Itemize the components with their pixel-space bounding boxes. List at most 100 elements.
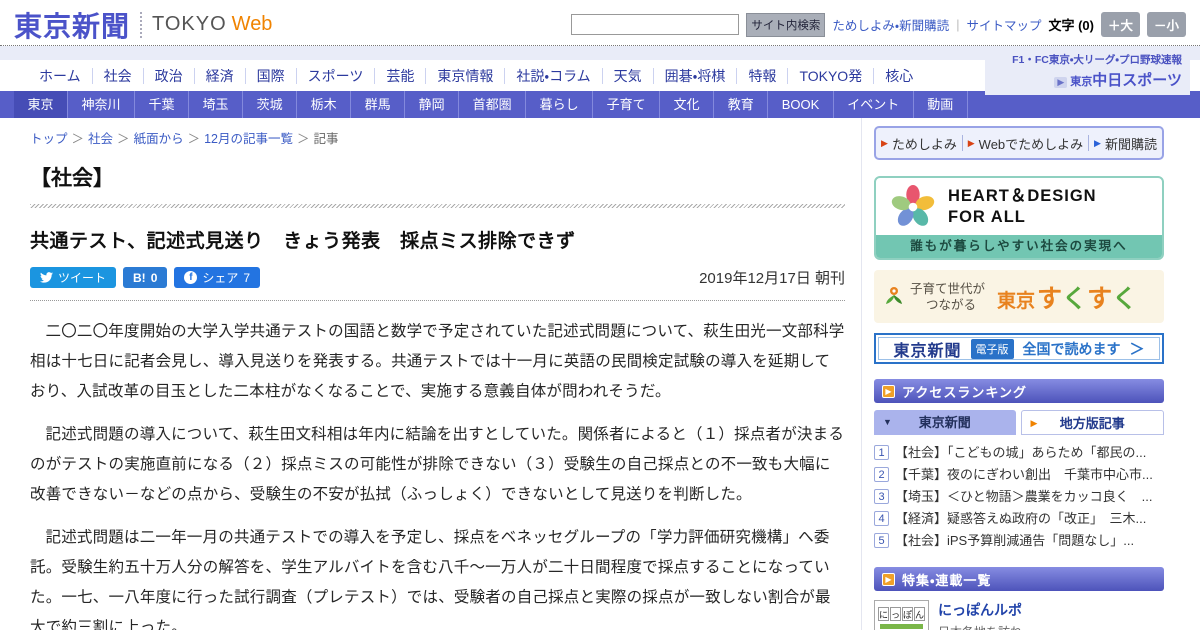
- nav-item-tokuho[interactable]: 特報: [736, 67, 787, 84]
- nav-item-world[interactable]: 国際: [244, 67, 296, 84]
- nav-item-sports[interactable]: スポーツ: [295, 67, 375, 84]
- nav-item-editorial[interactable]: 社説・コラム: [504, 67, 601, 84]
- region-item-shizuoka[interactable]: 静岡: [405, 91, 460, 118]
- sitemap-link[interactable]: サイトマップ: [966, 15, 1041, 34]
- ranking-item-1[interactable]: 1 【社会】「こどもの城」あらため「都民の...: [874, 442, 1164, 464]
- ranking-link: 【経済】疑惑答えぬ政府の「改正」 三木...: [895, 511, 1147, 526]
- rank-number: 4: [874, 511, 889, 526]
- facebook-icon: f: [184, 271, 198, 284]
- breadcrumb-article: 記事: [313, 132, 339, 146]
- nav-item-society[interactable]: 社会: [91, 67, 143, 84]
- region-item-book[interactable]: BOOK: [768, 91, 834, 118]
- site-search-button[interactable]: サイト内検索: [746, 12, 826, 37]
- chunichi-sports-promo[interactable]: F1・FC東京・大リーグ・プロ野球速報 ▶ 東京中日スポーツ: [985, 48, 1190, 95]
- nav-item-kakushin[interactable]: 核心: [873, 67, 924, 84]
- feature-item-nippon-rupo[interactable]: にっぽん にっぽんルポ 日本各地を訪ね...: [874, 600, 1164, 630]
- sukusuku-logo: 東京 すくすく: [997, 284, 1138, 313]
- region-item-gunma[interactable]: 群馬: [351, 91, 406, 118]
- region-item-saitama[interactable]: 埼玉: [189, 91, 244, 118]
- section-label: 【社会】: [30, 167, 114, 190]
- search-input[interactable]: [571, 14, 740, 35]
- section-divider: [30, 204, 845, 208]
- content-area: トップ＞社会＞紙面から＞ 12月の記事一覧＞記事 【社会】 共通テスト、記述式見送…: [0, 118, 1200, 630]
- ranking-item-5[interactable]: 5 【社会】iPS予算削減通告「問題なし」...: [874, 530, 1164, 552]
- nav-item-politics[interactable]: 政治: [142, 67, 194, 84]
- nav-item-weather[interactable]: 天気: [601, 67, 653, 84]
- access-ranking-title: アクセスランキング: [902, 384, 1027, 400]
- region-item-kurashi[interactable]: 暮らし: [526, 91, 594, 118]
- region-item-kanagawa[interactable]: 神奈川: [68, 91, 136, 118]
- region-item-shutoken[interactable]: 首都圏: [459, 91, 527, 118]
- region-item-event[interactable]: イベント: [834, 91, 914, 118]
- shinbun-koudoku-link[interactable]: ▶ 新聞購読: [1094, 134, 1157, 153]
- trial-subscribe-link[interactable]: ためしよみ・新聞購読: [832, 15, 949, 34]
- site-logo[interactable]: 東京新聞: [14, 5, 130, 45]
- sukusuku-banner[interactable]: 子育て世代が つながる 東京 すくすく: [874, 270, 1164, 323]
- tweet-button[interactable]: ツイート: [30, 267, 117, 288]
- nav-item-igo-shogi[interactable]: 囲碁・将棋: [652, 67, 737, 84]
- denshiban-banner[interactable]: 東京新聞 電子版 全国で読めます ＞: [874, 333, 1164, 364]
- nav-item-entertainment[interactable]: 芸能: [374, 67, 425, 84]
- tab-tokyo-shimbun[interactable]: ▼ 東京新聞: [874, 410, 1016, 435]
- breadcrumb: トップ＞社会＞紙面から＞ 12月の記事一覧＞記事: [30, 132, 339, 146]
- tameshiyomi-link[interactable]: ▶ ためしよみ: [881, 134, 957, 153]
- region-item-ibaraki[interactable]: 茨城: [243, 91, 298, 118]
- sukusuku-copy-line1: 子育て世代が: [910, 281, 986, 296]
- social-share-row: ツイート B! 0 f シェア 7 2019年12月17日 朝刊: [30, 267, 845, 288]
- logo-divider: [140, 11, 143, 38]
- hatena-b-icon: B!: [133, 270, 146, 285]
- region-navigation: 東京 神奈川 千葉 埼玉 茨城 栃木 群馬 静岡 首都圏 暮らし 子育て 文化 …: [0, 91, 1200, 118]
- article-paragraph: 二〇二〇年度開始の大学入学共通テストの国語と数学で予定されていた記述式問題につい…: [30, 323, 845, 400]
- orange-arrow-icon: ▶: [882, 384, 895, 398]
- region-item-douga[interactable]: 動画: [914, 91, 968, 118]
- breadcrumb-paper[interactable]: 紙面から: [134, 132, 184, 146]
- thumbnail-green-bar: [880, 624, 923, 629]
- web-tameshiyomi-link[interactable]: ▶ Webでためしよみ: [968, 134, 1083, 153]
- rank-number: 5: [874, 533, 889, 548]
- nav-item-home[interactable]: ホーム: [28, 68, 92, 84]
- sports-promo-tagline: F1・FC東京・大リーグ・プロ野球速報: [1012, 54, 1182, 66]
- region-item-bunka[interactable]: 文化: [660, 91, 715, 118]
- nav-item-tokyo-hatsu[interactable]: TOKYO発: [787, 67, 873, 84]
- rank-number: 1: [874, 445, 889, 460]
- tab-chihouban-kiji[interactable]: ▶ 地方版記事: [1020, 410, 1164, 435]
- article-paragraph: 記述式問題の導入について、萩生田文科相は年内に結論を出すとしていた。関係者による…: [30, 426, 845, 503]
- ranking-link: 【埼玉】＜ひと物語＞農業をカッコ良く ...: [895, 489, 1153, 504]
- region-item-tochigi[interactable]: 栃木: [297, 91, 352, 118]
- ranking-tabs: ▼ 東京新聞 ▶ 地方版記事: [874, 410, 1164, 435]
- article-title: 共通テスト、記述式見送り きょう発表 採点ミス排除できず: [30, 231, 576, 252]
- article-paragraph: 記述式問題は二一年一月の共通テストでの導入を予定し、採点をベネッセグループの「学…: [30, 529, 831, 630]
- region-item-chiba[interactable]: 千葉: [135, 91, 190, 118]
- ranking-item-4[interactable]: 4 【経済】疑惑答えぬ政府の「改正」 三木...: [874, 508, 1164, 530]
- rank-number: 3: [874, 489, 889, 504]
- breadcrumb-december-list[interactable]: 12月の記事一覧: [204, 132, 293, 146]
- main-navigation-wrap: ホーム 社会 政治 経済 国際 スポーツ 芸能 東京情報 社説・コラム 天気 囲…: [0, 48, 1200, 95]
- facebook-share-button[interactable]: f シェア 7: [174, 267, 261, 288]
- region-item-tokyo[interactable]: 東京: [14, 91, 69, 118]
- font-larger-button[interactable]: ＋大: [1100, 12, 1140, 37]
- heart-design-banner[interactable]: HEART＆DESIGN FOR ALL 誰もが暮らしやすい社会の実現へ: [874, 176, 1164, 260]
- access-ranking-header: ▶ アクセスランキング: [874, 379, 1164, 403]
- region-item-kyoiku[interactable]: 教育: [714, 91, 769, 118]
- arrow-icon: ▶: [1054, 77, 1068, 88]
- ranking-link: 【千葉】夜のにぎわい創出 千葉市中心市...: [895, 467, 1153, 482]
- ranking-item-3[interactable]: 3 【埼玉】＜ひと物語＞農業をカッコ良く ...: [874, 486, 1164, 508]
- breadcrumb-top[interactable]: トップ: [30, 132, 68, 146]
- font-smaller-button[interactable]: －小: [1146, 12, 1186, 37]
- features-title: 特集・連載一覧: [902, 572, 992, 588]
- arrow-icon: ▶: [1094, 137, 1101, 148]
- nav-item-economy[interactable]: 経済: [193, 67, 245, 84]
- breadcrumb-society[interactable]: 社会: [88, 132, 113, 146]
- arrow-icon: ▶: [880, 137, 888, 148]
- feature-description: 日本各地を訪ね...: [938, 624, 1032, 630]
- logo-subtitle-web: Web: [231, 13, 273, 35]
- hatena-bookmark-button[interactable]: B! 0: [123, 267, 168, 288]
- share-label: シェア: [202, 271, 239, 285]
- nav-item-tokyo-info[interactable]: 東京情報: [425, 67, 504, 84]
- article-date: 2019年12月17日 朝刊: [699, 270, 845, 287]
- region-item-kosodate[interactable]: 子育て: [593, 91, 661, 118]
- heart-design-flower-logo: [891, 184, 935, 226]
- ranking-item-2[interactable]: 2 【千葉】夜のにぎわい創出 千葉市中心市...: [874, 464, 1164, 486]
- divider: [1088, 135, 1090, 151]
- logo-subtitle: TOKYO: [152, 13, 227, 35]
